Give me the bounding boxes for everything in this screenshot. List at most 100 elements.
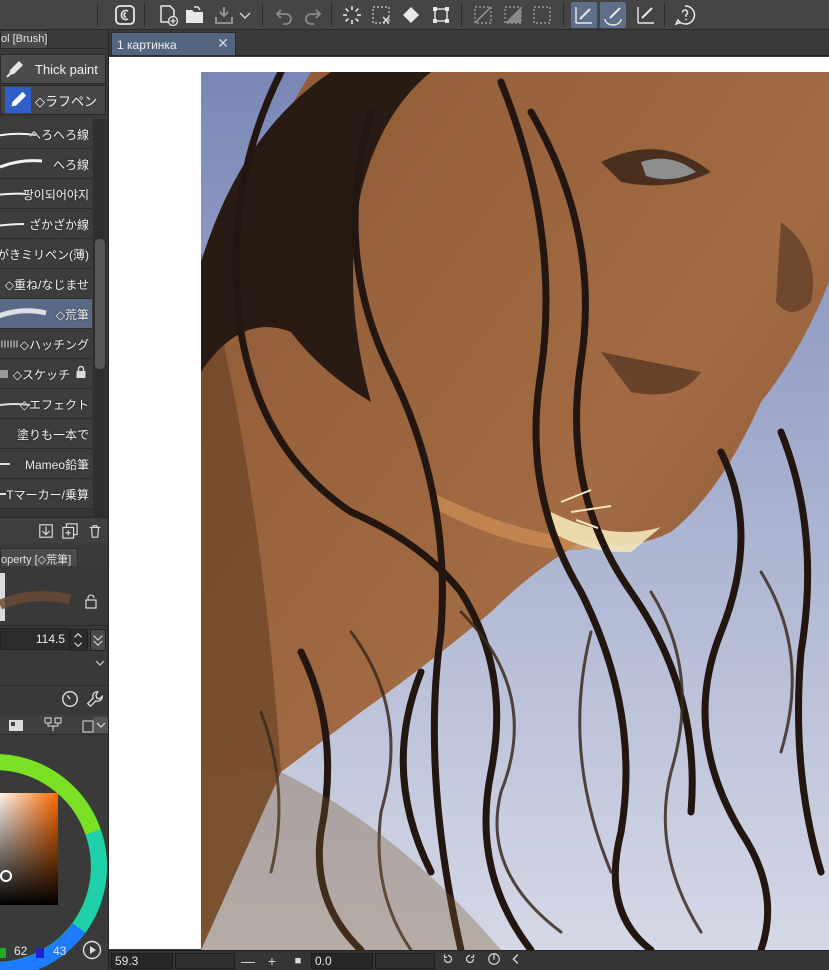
lock-icon[interactable] — [84, 593, 98, 609]
brush-name: ◇スケッチ — [12, 368, 70, 382]
list-item[interactable]: Mameo鉛筆 — [0, 449, 92, 479]
redo-icon[interactable] — [300, 2, 326, 28]
sub-tool-tab[interactable]: ol [Brush] — [0, 30, 48, 48]
stabilization-icon[interactable] — [60, 689, 82, 711]
list-item[interactable]: へろ線 — [0, 149, 92, 179]
toolbar-separator — [262, 3, 263, 27]
fit-icon[interactable]: ■ — [289, 952, 307, 970]
group-label: ◇ラフペン — [35, 93, 97, 109]
clear-selection-icon[interactable] — [368, 2, 394, 28]
lock-icon — [75, 365, 87, 379]
divider — [0, 685, 108, 686]
brush-name: がきミリペン(薄) — [0, 248, 89, 262]
toolbar-separator — [563, 3, 564, 27]
brush-name: 팡이되어야지 — [22, 188, 89, 202]
document-title: 1 картинка — [117, 38, 177, 52]
hide-selection-icon[interactable] — [470, 2, 496, 28]
rotate-left-icon[interactable] — [439, 952, 457, 970]
duplicate-icon[interactable] — [36, 521, 56, 541]
list-item[interactable]: へろへろ線 — [0, 119, 92, 149]
chevron-down-icon[interactable] — [94, 717, 108, 733]
color-value-g: 62 — [14, 944, 28, 958]
chevron-down-icon[interactable] — [94, 657, 106, 669]
toolbar-separator — [144, 3, 145, 27]
snap-special-ruler-icon[interactable] — [600, 2, 626, 28]
group-thick-paint[interactable]: Thick paint — [0, 54, 106, 84]
crop-icon[interactable] — [500, 2, 526, 28]
zoom-field[interactable]: 59.3 — [111, 953, 173, 969]
toolbar-separator — [664, 3, 665, 27]
color-set-icon[interactable] — [44, 717, 62, 733]
hue-ring[interactable] — [0, 751, 109, 970]
select-all-icon[interactable] — [529, 2, 555, 28]
list-item[interactable]: がきミリペン(薄) — [0, 239, 92, 269]
pen-icon — [5, 87, 31, 113]
reset-rotation-icon[interactable] — [485, 952, 503, 970]
undo-icon[interactable] — [271, 2, 297, 28]
size-preset-icon[interactable] — [90, 629, 106, 651]
color-value-b: 43 — [53, 944, 67, 958]
wrench-icon[interactable] — [85, 689, 107, 711]
snap-grid-icon[interactable] — [633, 2, 659, 28]
zoom-out-icon[interactable]: — — [239, 952, 257, 970]
group-label: Thick paint — [35, 61, 98, 77]
brush-name: ◇重ね/なじませ — [4, 278, 89, 292]
scroll-thumb[interactable] — [95, 239, 105, 369]
brush-stroke-preview — [0, 591, 71, 610]
list-item[interactable]: ◇重ね/なじませ — [0, 269, 92, 299]
brush-name: 塗りも一本で — [16, 428, 89, 442]
brush-name: ◇荒筆 — [55, 308, 89, 322]
document-tab[interactable]: 1 картинка ✕ — [111, 32, 236, 56]
list-item[interactable]: 팡이되어야지 — [0, 179, 92, 209]
copy-sub-tool-icon[interactable] — [60, 521, 80, 541]
help-icon[interactable] — [672, 2, 698, 28]
list-item[interactable]: ◇荒筆 — [0, 299, 92, 329]
color-wheel-panel — [0, 715, 108, 970]
brush-stroke-preview — [0, 308, 47, 319]
brush-list-scrollbar[interactable] — [93, 119, 107, 539]
fill-icon[interactable] — [398, 2, 424, 28]
rotation-field[interactable]: 0.0 — [311, 953, 373, 969]
document-tabbar: 1 картинка ✕ — [109, 30, 829, 56]
brush-name: へろ線 — [52, 158, 89, 172]
history-icon[interactable] — [82, 717, 94, 733]
snap-ruler-icon[interactable] — [571, 2, 597, 28]
list-item[interactable]: ◇スケッチ — [0, 359, 92, 389]
tool-property-tab[interactable]: operty [◇荒筆] — [0, 548, 78, 566]
zoom-in-icon[interactable]: + — [263, 952, 281, 970]
play-icon[interactable] — [82, 940, 102, 960]
artwork-canvas[interactable] — [201, 72, 829, 950]
brush-name: ◇ハッチング — [19, 338, 89, 352]
close-icon[interactable]: ✕ — [216, 36, 230, 50]
paint-tube-icon — [1, 55, 29, 83]
rotation-slider[interactable] — [375, 953, 435, 969]
brush-size-input[interactable]: 114.5 — [0, 628, 70, 650]
list-item[interactable]: 塗りも一本で — [0, 419, 92, 449]
list-item[interactable]: ◇エフェクト — [0, 389, 92, 419]
brush-stroke-preview — [0, 159, 43, 169]
size-spinner[interactable] — [70, 629, 88, 651]
list-item[interactable]: ◇ハッチング — [0, 329, 92, 359]
color-tabs — [0, 715, 108, 735]
open-folder-icon[interactable] — [182, 2, 208, 28]
loading-icon[interactable] — [339, 2, 365, 28]
flip-icon[interactable] — [507, 952, 525, 970]
save-dropdown-icon[interactable] — [237, 2, 253, 28]
save-icon[interactable] — [211, 2, 237, 28]
palette-icon[interactable] — [8, 717, 24, 733]
rotate-right-icon[interactable] — [461, 952, 479, 970]
brush-name: Tマーカー/乗算 — [6, 488, 89, 502]
list-item[interactable]: ざかざか線 — [0, 209, 92, 239]
blue-swatch — [36, 948, 44, 958]
divider — [0, 625, 108, 626]
transform-icon[interactable] — [428, 2, 454, 28]
status-bar: 59.3 — + ■ 0.0 — [109, 950, 829, 970]
list-item[interactable]: Tマーカー/乗算 — [0, 479, 92, 509]
new-file-icon[interactable] — [155, 2, 181, 28]
toolbar-separator — [461, 3, 462, 27]
app-menu-icon[interactable] — [112, 2, 138, 28]
group-rough-pen[interactable]: ◇ラフペン — [0, 85, 106, 115]
trash-icon[interactable] — [85, 521, 105, 541]
zoom-slider[interactable] — [175, 953, 235, 969]
color-picker-cursor[interactable] — [0, 870, 12, 882]
